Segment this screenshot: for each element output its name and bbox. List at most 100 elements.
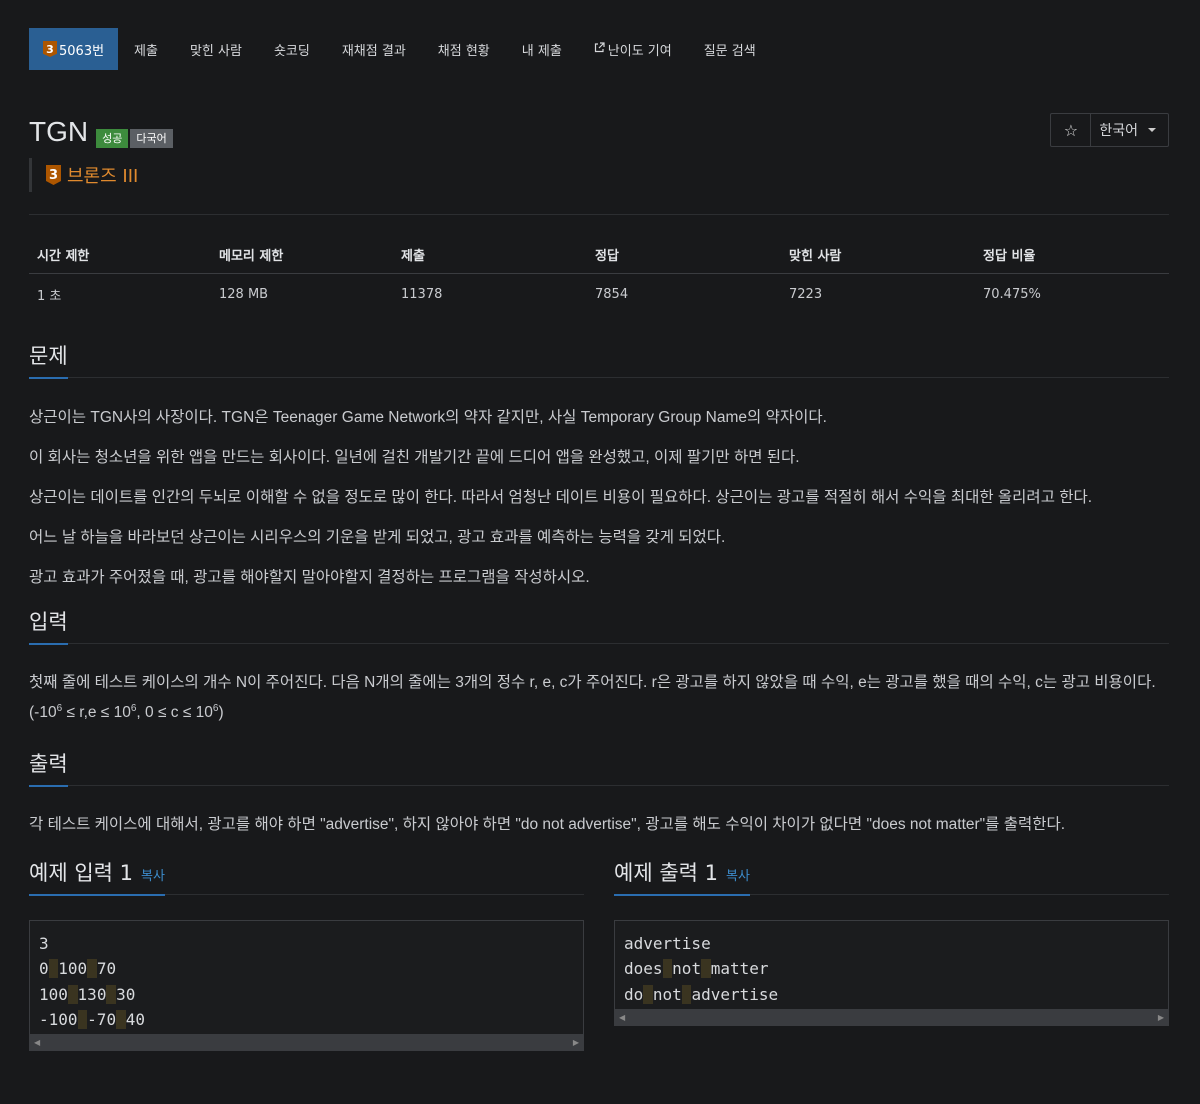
memory-limit-value: 128 MB — [219, 287, 269, 302]
tab-label: 내 제출 — [521, 43, 562, 59]
sample-output: 예제 출력 1 복사 advertise does not matter do n… — [614, 859, 1169, 1051]
code-token: 30 — [116, 984, 136, 1004]
tab-label: 맞힌 사람 — [189, 43, 242, 59]
header-memory-limit: 메모리 제한 — [211, 235, 393, 274]
language-dropdown[interactable]: 한국어 — [1091, 114, 1168, 146]
paragraph: 첫째 줄에 테스트 케이스의 개수 N이 주어진다. 다음 N개의 줄에는 3개… — [29, 668, 1169, 728]
sample-input-code[interactable]: 3 0 100 70 100 130 30 -100 -70 40 — [29, 920, 584, 1035]
tab-label: 제출 — [134, 43, 158, 59]
section-title: 입력 — [29, 609, 68, 645]
problem-title: TGN — [29, 116, 89, 147]
header-submissions: 제출 — [393, 235, 587, 274]
section-header: 출력 — [29, 750, 1169, 787]
section-title: 문제 — [29, 343, 68, 379]
bronze-tier-icon: 3 — [43, 41, 57, 57]
horizontal-scrollbar[interactable]: ◀ ▶ — [29, 1034, 584, 1052]
input-text: ≤ r,e ≤ 10 — [62, 704, 131, 721]
code-token: advertise — [691, 984, 779, 1004]
tier-name[interactable]: 브론즈 III — [67, 162, 138, 188]
table-header-row: 시간 제한 메모리 제한 제출 정답 맞힌 사람 정답 비율 — [29, 235, 1169, 274]
code-token: does — [624, 959, 663, 979]
sample-input-title: 예제 입력 1 — [29, 861, 133, 885]
code-token: -70 — [87, 1009, 117, 1029]
problem-description: 상근이는 TGN사의 사장이다. TGN은 Teenager Game Netw… — [29, 408, 1169, 588]
tier-indicator: 3 브론즈 III — [29, 158, 1169, 192]
problem-tabs: 3 5063번 제출 맞힌 사람 숏코딩 재채점 결과 채점 현황 내 제출 난… — [29, 28, 1169, 70]
paragraph: 상근이는 데이트를 인간의 두뇌로 이해할 수 없을 정도로 많이 한다. 따라… — [29, 489, 1093, 506]
code-token: 70 — [96, 959, 117, 979]
code-token: do — [624, 984, 644, 1004]
tab-short-coding[interactable]: 숏코딩 — [258, 28, 326, 70]
code-token: matter — [710, 959, 769, 979]
tab-solved-users[interactable]: 맞힌 사람 — [174, 28, 258, 70]
input-text: ) — [218, 704, 224, 721]
tab-label: 숏코딩 — [273, 43, 310, 59]
solved-users-value: 7223 — [789, 287, 823, 302]
horizontal-scrollbar[interactable]: ◀ ▶ — [614, 1008, 1169, 1026]
code-token: 0 — [39, 959, 49, 979]
problem-page: 3 5063번 제출 맞힌 사람 숏코딩 재채점 결과 채점 현황 내 제출 난… — [29, 28, 1169, 1052]
success-label: 성공 — [96, 128, 129, 148]
output-section: 출력 각 테스트 케이스에 대해서, 광고를 해야 하면 "advertise"… — [29, 750, 1169, 835]
tab-problem[interactable]: 3 5063번 — [29, 28, 119, 70]
paragraph: 광고 효과가 주어졌을 때, 광고를 해야할지 말아야할지 결정하는 프로그램을… — [29, 569, 590, 586]
tab-label: 5063번 — [59, 43, 105, 59]
accept-rate-value: 70.475% — [983, 287, 1041, 302]
problem-section: 문제 상근이는 TGN사의 사장이다. TGN은 Teenager Game N… — [29, 342, 1169, 588]
time-limit-value: 1 초 — [37, 289, 62, 304]
input-description: 첫째 줄에 테스트 케이스의 개수 N이 주어진다. 다음 N개의 줄에는 3개… — [29, 668, 1169, 728]
tab-submit[interactable]: 제출 — [118, 28, 174, 70]
tab-label: 난이도 기여 — [607, 43, 672, 59]
tab-difficulty[interactable]: 난이도 기여 — [578, 28, 688, 70]
header-time-limit: 시간 제한 — [29, 235, 211, 274]
sample-output-code[interactable]: advertise does not matter do not adverti… — [614, 920, 1169, 1009]
code-token: not — [672, 959, 702, 979]
section-header: 예제 입력 1 복사 — [29, 859, 584, 896]
sample-input: 예제 입력 1 복사 3 0 100 70 100 130 30 -100 -70… — [29, 859, 584, 1052]
scroll-right-icon[interactable]: ▶ — [1158, 1013, 1164, 1022]
language-label: 한국어 — [1099, 123, 1138, 139]
code-token: 100 — [39, 984, 68, 1004]
table-row: 1 초 128 MB 11378 7854 7223 70.475% — [29, 274, 1169, 316]
code-token: not — [652, 984, 682, 1004]
header-accepted: 정답 — [587, 235, 781, 274]
tab-label: 질문 검색 — [703, 43, 756, 59]
copy-output-button[interactable]: 복사 — [726, 869, 750, 884]
section-header: 문제 — [29, 342, 1169, 379]
code-line: 3 — [39, 934, 49, 953]
caret-down-icon — [1148, 128, 1156, 132]
tab-rejudge[interactable]: 재채점 결과 — [326, 28, 422, 70]
problem-header: TGN 성공 다국어 ☆ 한국어 — [29, 113, 1169, 150]
input-text: , 0 ≤ c ≤ 10 — [136, 704, 213, 721]
header-accept-rate: 정답 비율 — [975, 235, 1169, 274]
section-header: 예제 출력 1 복사 — [614, 859, 1169, 896]
submissions-value: 11378 — [401, 287, 443, 302]
accepted-value: 7854 — [595, 287, 629, 302]
tab-label: 재채점 결과 — [341, 43, 406, 59]
multilang-label: 다국어 — [130, 128, 173, 148]
scroll-right-icon[interactable]: ▶ — [573, 1038, 579, 1047]
copy-input-button[interactable]: 복사 — [141, 869, 165, 884]
section-title: 출력 — [29, 751, 68, 787]
header-solved-users: 맞힌 사람 — [781, 235, 975, 274]
input-section: 입력 첫째 줄에 테스트 케이스의 개수 N이 주어진다. 다음 N개의 줄에는… — [29, 608, 1169, 728]
code-token: 100 — [58, 959, 88, 979]
code-token: -100 — [39, 1009, 78, 1029]
tab-status[interactable]: 채점 현황 — [422, 28, 506, 70]
tab-my-submissions[interactable]: 내 제출 — [506, 28, 578, 70]
tab-questions[interactable]: 질문 검색 — [688, 28, 772, 70]
bronze-tier-icon: 3 — [46, 165, 61, 185]
paragraph: 각 테스트 케이스에 대해서, 광고를 해야 하면 "advertise", 하… — [29, 816, 1066, 833]
tab-label: 채점 현황 — [437, 43, 490, 59]
code-token: 130 — [77, 984, 107, 1004]
divider — [29, 214, 1169, 215]
paragraph: 어느 날 하늘을 바라보던 상근이는 시리우스의 기운을 받게 되었고, 광고 … — [29, 529, 726, 546]
scroll-left-icon[interactable]: ◀ — [619, 1013, 625, 1022]
external-link-icon — [594, 42, 605, 56]
paragraph: 이 회사는 청소년을 위한 앱을 만드는 회사이다. 일년에 걸친 개발기간 끝… — [29, 449, 800, 466]
section-title: 예제 입력 1 복사 — [29, 860, 165, 896]
scroll-left-icon[interactable]: ◀ — [34, 1038, 40, 1047]
sample-output-title: 예제 출력 1 — [614, 861, 718, 885]
favorite-button[interactable]: ☆ — [1051, 114, 1092, 146]
code-line: advertise — [624, 934, 711, 953]
